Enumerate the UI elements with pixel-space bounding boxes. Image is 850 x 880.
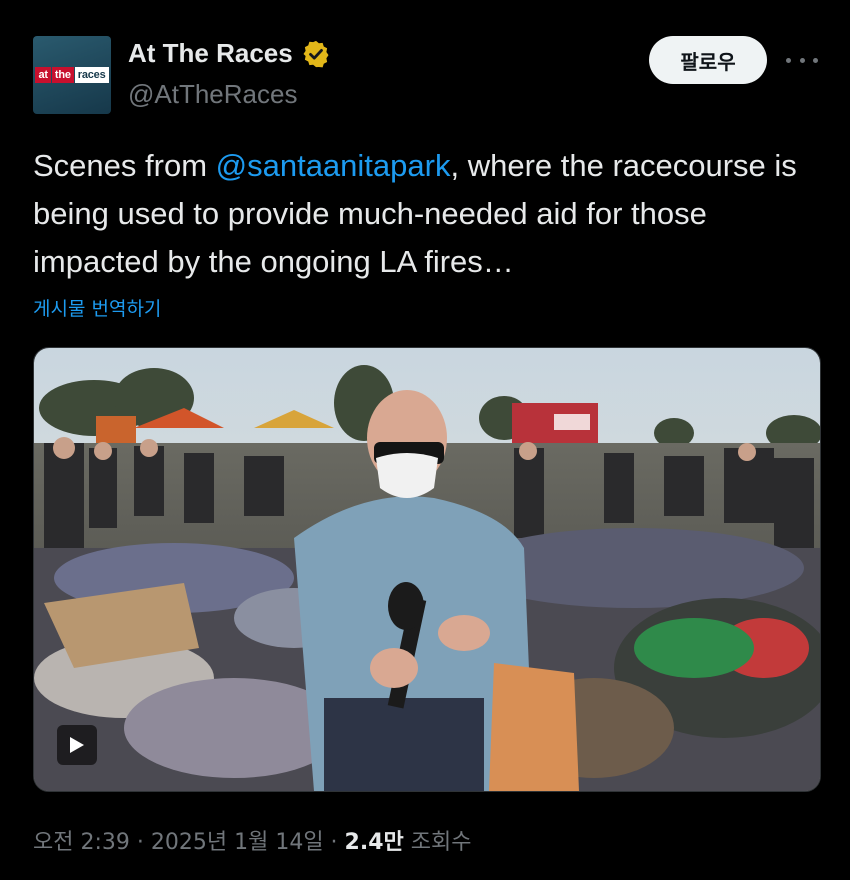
tweet-meta: 오전 2:39 · 2025년 1월 14일 · 2.4만 조회수 bbox=[33, 824, 471, 856]
translate-post-link[interactable]: 게시물 번역하기 bbox=[33, 294, 161, 321]
verified-badge-icon bbox=[303, 40, 329, 67]
play-icon[interactable] bbox=[57, 725, 97, 765]
logo-part-the: the bbox=[51, 67, 74, 83]
name-row: At The Races bbox=[128, 38, 331, 69]
post-date[interactable]: 2025년 1월 14일 bbox=[151, 830, 324, 855]
meta-separator: · bbox=[129, 830, 151, 855]
display-name[interactable]: At The Races bbox=[128, 38, 293, 69]
logo-part-races: races bbox=[74, 67, 109, 83]
meta-separator: · bbox=[323, 830, 345, 855]
tweet-text: Scenes from @santaanitapark, where the r… bbox=[33, 142, 823, 286]
handle[interactable]: @AtTheRaces bbox=[128, 79, 297, 110]
avatar[interactable]: at the races bbox=[33, 36, 111, 114]
mention-link[interactable]: @santaanitapark bbox=[216, 148, 451, 183]
more-dot bbox=[799, 57, 805, 63]
post-time[interactable]: 오전 2:39 bbox=[33, 830, 130, 855]
play-triangle bbox=[70, 737, 84, 753]
more-options-icon[interactable] bbox=[786, 46, 818, 74]
more-dot bbox=[786, 57, 791, 63]
views-label: 조회수 bbox=[403, 830, 472, 855]
views-count: 2.4만 bbox=[344, 830, 404, 855]
follow-button[interactable]: 팔로우 bbox=[649, 36, 767, 84]
media-video[interactable] bbox=[33, 347, 821, 792]
tweet-text-before: Scenes from bbox=[33, 148, 216, 183]
video-thumbnail bbox=[34, 348, 820, 791]
at-the-races-logo: at the races bbox=[35, 67, 109, 83]
more-dot bbox=[813, 57, 818, 63]
logo-part-at: at bbox=[35, 67, 51, 83]
